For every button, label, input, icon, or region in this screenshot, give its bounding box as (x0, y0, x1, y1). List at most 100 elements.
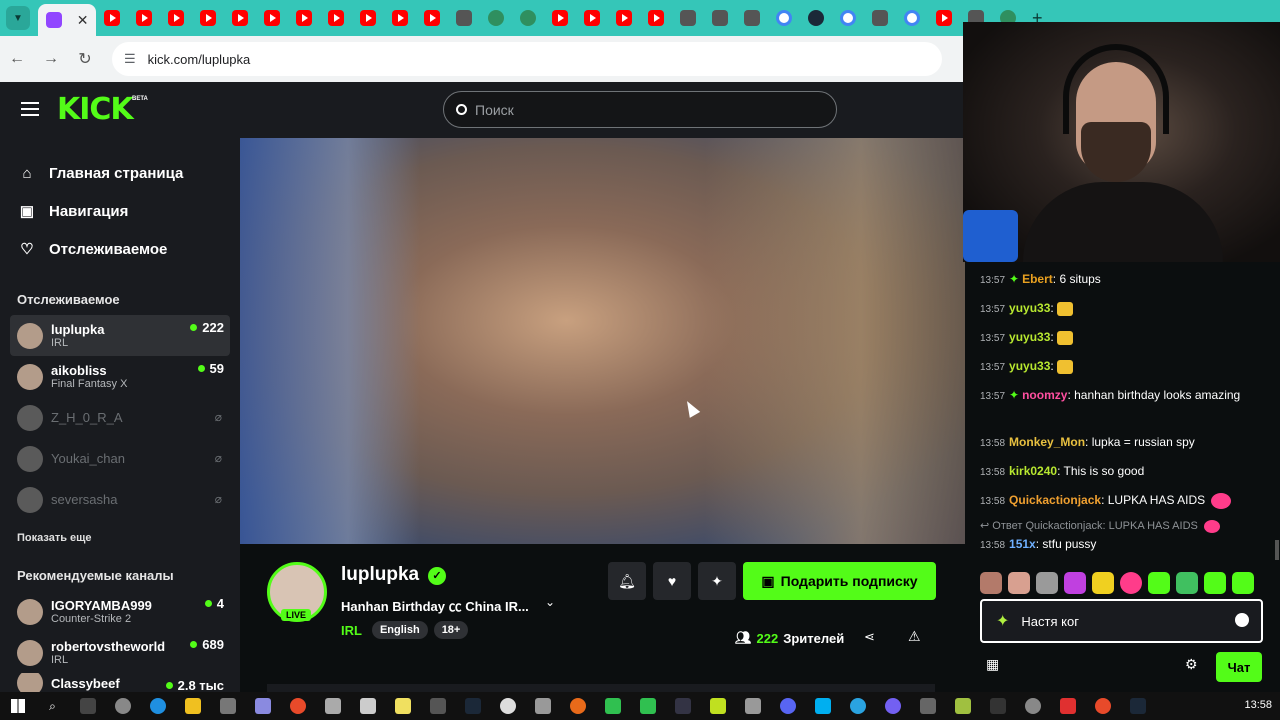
taskbar-app[interactable] (805, 698, 840, 714)
chat-scrollbar[interactable] (1275, 540, 1279, 560)
report-icon[interactable]: ⚠ (908, 628, 921, 645)
tab[interactable] (928, 3, 960, 33)
taskbar-app[interactable] (315, 698, 350, 714)
taskbar-app[interactable] (875, 698, 910, 714)
taskbar-app[interactable] (595, 698, 630, 714)
start-button[interactable] (0, 699, 35, 713)
taskbar-app[interactable] (700, 698, 735, 714)
tag[interactable]: English (371, 621, 428, 639)
tab[interactable] (704, 3, 736, 33)
share-icon[interactable]: ⋖ (864, 629, 875, 645)
taskbar-app[interactable] (175, 698, 210, 714)
emote-icon[interactable] (1232, 572, 1254, 594)
follow-button[interactable]: ♥ (653, 562, 691, 600)
emote-icon[interactable] (1008, 572, 1030, 594)
back-icon[interactable]: ← (0, 50, 34, 68)
sidebar-channel-igoryamba[interactable]: IGORYAMBA999 Counter-Strike 2 4 (10, 591, 230, 632)
gear-icon[interactable]: ⚙ (1185, 656, 1198, 673)
tab[interactable] (448, 3, 480, 33)
taskbar-clock[interactable]: 13:58 (1244, 699, 1272, 711)
channel-name-title[interactable]: luplupka (341, 564, 419, 586)
sidebar-channel-youkai[interactable]: Youkai_chan ⌀ (10, 438, 230, 479)
nav-browse[interactable]: ▣ Навигация (0, 192, 240, 230)
emote-icon[interactable] (1204, 572, 1226, 594)
sidebar-channel-aikobliss[interactable]: aikobliss Final Fantasy X 59 (10, 356, 230, 397)
emote-icon[interactable] (1176, 572, 1198, 594)
msg-user[interactable]: noomzy (1022, 388, 1067, 402)
taskbar-app[interactable] (70, 698, 105, 714)
msg-user[interactable]: yuyu33 (1009, 330, 1050, 344)
chat-input[interactable]: ✦ Настя ког (980, 599, 1263, 643)
tab[interactable] (384, 3, 416, 33)
msg-user[interactable]: yuyu33 (1009, 301, 1050, 315)
tab-search-dropdown[interactable]: ▼ (6, 6, 30, 30)
tab[interactable] (416, 3, 448, 33)
emoji-icon[interactable] (1235, 613, 1249, 627)
taskbar-app[interactable] (1120, 698, 1155, 714)
tab[interactable] (480, 3, 512, 33)
sparkle-button[interactable]: ✦ (698, 562, 736, 600)
tab[interactable] (320, 3, 352, 33)
tag[interactable]: 18+ (433, 621, 469, 639)
taskbar-app[interactable] (420, 698, 455, 714)
tab[interactable] (736, 3, 768, 33)
taskbar-app[interactable] (945, 698, 980, 714)
taskbar-app[interactable] (1050, 698, 1085, 714)
taskbar-app[interactable] (455, 698, 490, 714)
taskbar-app[interactable] (665, 698, 700, 714)
chat-send-button[interactable]: Чат (1216, 652, 1262, 682)
taskbar-app[interactable] (385, 698, 420, 714)
tab[interactable] (288, 3, 320, 33)
tab[interactable] (768, 3, 800, 33)
tab[interactable] (608, 3, 640, 33)
msg-user[interactable]: kirk0240 (1009, 464, 1057, 478)
gift-sub-button[interactable]: ▣ Подарить подписку (743, 562, 936, 600)
tab[interactable] (800, 3, 832, 33)
msg-user[interactable]: yuyu33 (1009, 359, 1050, 373)
url-input[interactable]: ☰ kick.com/luplupka (112, 42, 942, 76)
taskbar-app[interactable] (1085, 698, 1120, 714)
heart-emote-icon[interactable] (1120, 572, 1142, 594)
nav-following[interactable]: ♡ Отслеживаемое (0, 230, 240, 268)
emote-icon[interactable] (980, 572, 1002, 594)
site-info-icon[interactable]: ☰ (124, 51, 136, 67)
nav-home[interactable]: ⌂ Главная страница (0, 154, 240, 192)
tab[interactable] (544, 3, 576, 33)
tab[interactable] (128, 3, 160, 33)
taskbar-app[interactable] (840, 698, 875, 714)
fish-emote-icon[interactable] (1064, 572, 1086, 594)
tab[interactable] (160, 3, 192, 33)
taskbar-app[interactable] (105, 698, 140, 714)
reload-icon[interactable]: ↻ (68, 49, 102, 69)
kick-logo[interactable]: KICK (57, 92, 134, 127)
tab[interactable] (896, 3, 928, 33)
taskbar-app[interactable] (525, 698, 560, 714)
forward-icon[interactable]: → (34, 50, 68, 68)
sidebar-channel-seversasha[interactable]: seversasha ⌀ (10, 479, 230, 520)
video-player[interactable] (240, 138, 965, 544)
taskbar-app[interactable] (630, 698, 665, 714)
sidebar-channel-classybeef[interactable]: Classybeef 2.8 тыс (10, 673, 230, 693)
show-more-link[interactable]: Показать еще (0, 532, 240, 544)
sidebar-channel-luplupka[interactable]: luplupka IRL 222 (10, 315, 230, 356)
msg-user[interactable]: Ebert (1022, 272, 1053, 286)
taskbar-app[interactable] (910, 698, 945, 714)
notification-bell-button[interactable]: 🔔︎ (608, 562, 646, 600)
chevron-down-icon[interactable]: ⌄ (545, 595, 555, 609)
tab-kick-active[interactable]: ✕ (38, 4, 96, 36)
tab[interactable] (640, 3, 672, 33)
taskbar-app[interactable] (1015, 698, 1050, 714)
msg-user[interactable]: Monkey_Mon (1009, 435, 1085, 449)
tab[interactable] (576, 3, 608, 33)
taskbar-app[interactable] (245, 698, 280, 714)
sparkle-badge-icon[interactable]: ✦ (996, 611, 1009, 631)
tab[interactable] (192, 3, 224, 33)
msg-user[interactable]: 151x (1009, 537, 1036, 551)
tab[interactable] (352, 3, 384, 33)
cat-emote-icon[interactable] (1036, 572, 1058, 594)
taskbar-app[interactable] (980, 698, 1015, 714)
taskbar-app[interactable] (140, 698, 175, 714)
store-icon[interactable]: ▦ (986, 656, 999, 673)
taskbar-app[interactable] (210, 698, 245, 714)
taskbar-app[interactable] (735, 698, 770, 714)
